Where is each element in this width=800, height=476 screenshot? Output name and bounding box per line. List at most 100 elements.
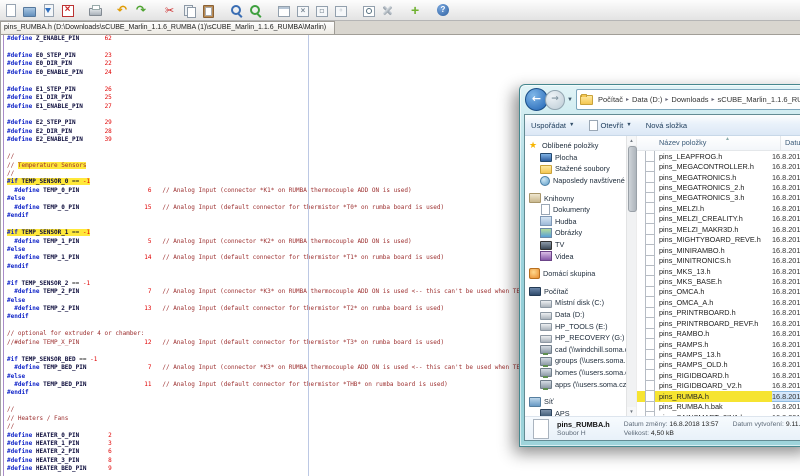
history-dropdown-icon[interactable]: ▼ bbox=[567, 97, 573, 103]
file-row[interactable]: pins_RIGIDBOARD_V2.h16.8.2018 13:57 bbox=[637, 381, 800, 391]
explorer-nav-item[interactable]: Videa bbox=[525, 250, 626, 262]
explorer-nav-item[interactable]: Síť bbox=[525, 396, 626, 408]
window-max-icon[interactable] bbox=[296, 4, 309, 17]
file-row[interactable]: pins_MINIRAMBO.h16.8.2018 13:57 bbox=[637, 245, 800, 255]
explorer-nav-item[interactable]: Data (D:) bbox=[525, 309, 626, 321]
scroll-down-icon[interactable]: ▼ bbox=[627, 407, 636, 416]
open-button[interactable]: Otevřít ▼ bbox=[589, 120, 632, 131]
file-row[interactable]: pins_MKS_BASE.h16.8.2018 13:57 bbox=[637, 276, 800, 286]
plugins-icon[interactable] bbox=[409, 4, 422, 17]
editor-left-edge bbox=[0, 35, 1, 476]
explorer-nav-item[interactable]: Knihovny bbox=[525, 192, 626, 204]
code-line: #define HEATER_BED_PIN 9 bbox=[7, 465, 800, 473]
undo-icon[interactable] bbox=[117, 4, 130, 17]
breadcrumb-segment[interactable]: Data (D:) bbox=[630, 95, 664, 104]
explorer-nav-pane: Oblíbené položkyPlochaStažené souboryNap… bbox=[525, 136, 626, 416]
scroll-up-icon[interactable]: ▲ bbox=[627, 136, 636, 145]
file-row[interactable]: pins_OMCA.h16.8.2018 13:57 bbox=[637, 287, 800, 297]
file-row[interactable]: pins_LEAPFROG.h16.8.2018 13:57 bbox=[637, 151, 800, 161]
explorer-nav-item[interactable]: Domácí skupina bbox=[525, 268, 626, 280]
file-row[interactable]: pins_RAMPS_OLD.h16.8.2018 13:57 bbox=[637, 360, 800, 370]
explorer-nav-item[interactable]: APS bbox=[525, 407, 626, 416]
explorer-nav-item[interactable]: Plocha bbox=[525, 152, 626, 164]
file-row[interactable]: pins_MELZI_MAKR3D.h16.8.2018 13:57 bbox=[637, 224, 800, 234]
file-name: pins_MEGATRONICS_2.h bbox=[659, 183, 744, 192]
explorer-nav-item[interactable]: homes (\\users.soma.cz) bbox=[525, 367, 626, 379]
cut-icon[interactable] bbox=[164, 4, 177, 17]
file-name: pins_MIGHTYBOARD_REVE.h bbox=[659, 235, 761, 244]
explorer-nav-item[interactable]: Stažené soubory bbox=[525, 163, 626, 175]
explorer-nav-item[interactable]: HP_TOOLS (E:) bbox=[525, 320, 626, 332]
settings-icon[interactable] bbox=[381, 4, 394, 17]
explorer-nav-item[interactable]: Oblíbené položky bbox=[525, 140, 626, 152]
file-row[interactable]: pins_OMCA_A.h16.8.2018 13:57 bbox=[637, 297, 800, 307]
save-icon[interactable] bbox=[42, 4, 55, 17]
explorer-nav-item[interactable]: Hudba bbox=[525, 216, 626, 228]
breadcrumb-segment[interactable]: Downloads bbox=[669, 95, 710, 104]
organize-button[interactable]: Uspořádat ▼ bbox=[531, 121, 575, 130]
explorer-nav-item[interactable]: HP_RECOVERY (G:) bbox=[525, 332, 626, 344]
find-icon[interactable] bbox=[230, 4, 243, 17]
window-restore-icon[interactable] bbox=[334, 4, 347, 17]
file-row[interactable]: pins_MINITRONICS.h16.8.2018 13:57 bbox=[637, 255, 800, 265]
window-new-icon[interactable] bbox=[277, 4, 290, 17]
find-replace-icon[interactable] bbox=[249, 4, 262, 17]
breadcrumb-segment[interactable]: Počítač bbox=[596, 95, 625, 104]
file-date: 16.8.2018 13:57 bbox=[772, 204, 800, 213]
file-row[interactable]: pins_MEGATRONICS.h16.8.2018 13:57 bbox=[637, 172, 800, 182]
file-row[interactable]: pins_RUMBA.h16.8.2018 13:57 bbox=[637, 391, 800, 401]
forward-button[interactable]: → bbox=[545, 90, 565, 110]
column-header-date[interactable]: Datum změny bbox=[781, 136, 800, 150]
code-line: #define E0_STEP_PIN 23 bbox=[7, 52, 800, 60]
chevron-down-icon: ▼ bbox=[569, 122, 574, 128]
details-modified: Datum změny: 16.8.2018 13:57 bbox=[624, 420, 719, 429]
file-row[interactable]: pins_MELZI.h16.8.2018 13:57 bbox=[637, 203, 800, 213]
new-folder-button[interactable]: Nová složka bbox=[646, 121, 687, 130]
file-row[interactable]: pins_RUMBA.h.bak16.8.2018 13:57 bbox=[637, 402, 800, 412]
column-header-name[interactable]: Název položky bbox=[637, 136, 781, 150]
file-row[interactable]: pins_MIGHTYBOARD_REVE.h16.8.2018 13:57 bbox=[637, 235, 800, 245]
explorer-nav-item[interactable]: Počítač bbox=[525, 286, 626, 298]
copy-icon[interactable] bbox=[183, 4, 196, 17]
breadcrumb-segment[interactable]: sCUBE_Marlin_1.1.6_RUMBA (1) bbox=[716, 95, 800, 104]
file-row[interactable]: pins_PRINTRBOARD_REVF.h16.8.2018 13:57 bbox=[637, 318, 800, 328]
window-min-icon[interactable] bbox=[315, 4, 328, 17]
explorer-nav-item[interactable]: cad (\\windchill.soma.cz) bbox=[525, 344, 626, 356]
file-row[interactable]: pins_RIGIDBOARD.h16.8.2018 13:57 bbox=[637, 370, 800, 380]
close-file-icon[interactable] bbox=[61, 4, 74, 17]
details-created: Datum vytvoření: 9.11.2017 18:21 bbox=[733, 420, 800, 429]
explorer-nav-item[interactable]: Místní disk (C:) bbox=[525, 297, 626, 309]
open-folder-icon[interactable] bbox=[23, 4, 36, 17]
file-list-pane: Název položky ▲ Datum změny pins_LEAPFRO… bbox=[636, 136, 800, 416]
disk-icon bbox=[540, 312, 552, 320]
file-row[interactable]: pins_MEGACONTROLLER.h16.8.2018 13:57 bbox=[637, 161, 800, 171]
help-icon[interactable] bbox=[437, 4, 450, 17]
editor-tab-pins-rumba[interactable]: pins_RUMBA.h (D:\Downloads\sCUBE_Marlin_… bbox=[0, 21, 335, 34]
explorer-nav-item[interactable]: Dokumenty bbox=[525, 204, 626, 216]
address-bar[interactable]: Počítač▸Data (D:)▸Downloads▸sCUBE_Marlin… bbox=[576, 89, 800, 110]
file-row[interactable]: pins_MELZI_CREALITY.h16.8.2018 13:57 bbox=[637, 214, 800, 224]
explorer-nav-item[interactable]: Naposledy navštívené bbox=[525, 175, 626, 187]
explorer-nav-item[interactable]: Obrázky bbox=[525, 227, 626, 239]
file-row[interactable]: pins_RAMPS_13.h16.8.2018 13:57 bbox=[637, 349, 800, 359]
file-row[interactable]: pins_PRINTRBOARD.h16.8.2018 13:57 bbox=[637, 308, 800, 318]
file-row[interactable]: pins_MEGATRONICS_3.h16.8.2018 13:57 bbox=[637, 193, 800, 203]
nav-pane-scrollbar[interactable]: ▲ ▼ bbox=[626, 136, 636, 416]
file-row[interactable]: pins_RAMBO.h16.8.2018 13:57 bbox=[637, 328, 800, 338]
code-line: #define HEATER_3_PIN 8 bbox=[7, 457, 800, 465]
preview-icon[interactable] bbox=[362, 4, 375, 17]
explorer-nav-item[interactable]: groups (\\users.soma.cz) bbox=[525, 355, 626, 367]
print-icon[interactable] bbox=[89, 4, 102, 17]
file-row[interactable]: pins_MEGATRONICS_2.h16.8.2018 13:57 bbox=[637, 182, 800, 192]
file-row[interactable]: pins_RAMPS.h16.8.2018 13:57 bbox=[637, 339, 800, 349]
scrollbar-thumb[interactable] bbox=[628, 146, 637, 212]
explorer-command-bar: Uspořádat ▼ Otevřít ▼ Nová složka bbox=[525, 115, 800, 136]
explorer-nav-item[interactable]: TV bbox=[525, 239, 626, 251]
file-date: 16.8.2018 13:57 bbox=[772, 193, 800, 202]
explorer-nav-item[interactable]: apps (\\users.soma.cz) (Z bbox=[525, 378, 626, 390]
paste-icon[interactable] bbox=[202, 4, 215, 17]
redo-icon[interactable] bbox=[136, 4, 149, 17]
pc-icon bbox=[540, 409, 552, 416]
file-row[interactable]: pins_MKS_13.h16.8.2018 13:57 bbox=[637, 266, 800, 276]
new-file-icon[interactable] bbox=[4, 4, 17, 17]
